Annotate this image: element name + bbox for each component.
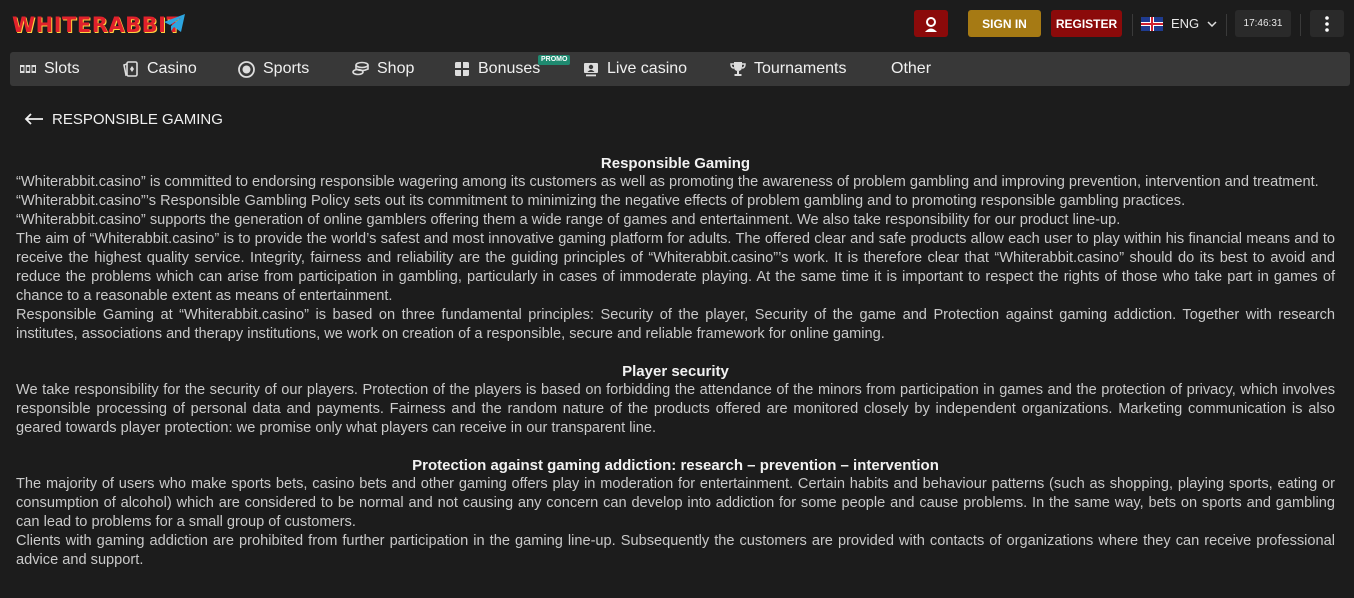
- nav-label: Shop: [377, 60, 415, 77]
- nav-item-sports[interactable]: Sports: [238, 52, 309, 86]
- support-chat-button[interactable]: [914, 10, 948, 37]
- coins-icon: [352, 61, 369, 76]
- register-button[interactable]: REGISTER: [1051, 10, 1122, 37]
- site-logo[interactable]: WHITERABBIT: [12, 12, 181, 38]
- nav-item-live-casino[interactable]: Live casino: [583, 52, 687, 86]
- divider: [1300, 14, 1301, 36]
- sports-ball-icon: [238, 60, 255, 78]
- nav-label: Sports: [263, 60, 310, 77]
- uk-flag-icon: [1141, 16, 1163, 31]
- chevron-down-icon: [1207, 20, 1217, 27]
- promo-badge: PROMO: [538, 55, 571, 65]
- support-agent-icon: [925, 16, 937, 32]
- paragraph: “Whiterabbit.casino” is committed to end…: [16, 174, 1319, 190]
- nav-label: Other: [891, 60, 932, 77]
- divider: [1226, 14, 1227, 36]
- sign-in-button[interactable]: SIGN IN: [968, 10, 1041, 37]
- clock-display: 17:46:31: [1235, 10, 1291, 37]
- section-title: Protection against gaming addiction: res…: [412, 457, 939, 474]
- section-title: Responsible Gaming: [600, 155, 751, 172]
- vertical-dots-icon: [1325, 15, 1329, 32]
- nav-item-slots[interactable]: Slots: [20, 52, 80, 86]
- nav-item-other[interactable]: Other: [891, 52, 931, 86]
- logo-text: WHITERABBIT: [12, 13, 182, 37]
- trophy-icon: [730, 62, 746, 76]
- paragraph: Clients with gaming addiction are prohib…: [16, 533, 1335, 568]
- paragraph: We take responsibility for the security …: [16, 382, 1335, 436]
- paragraph: “Whiterabbit.casino”’s Responsible Gambl…: [16, 193, 1186, 209]
- main-navigation: Slots Casino Sports Shop Bonuses PROMO L…: [10, 52, 1350, 86]
- section-title: Player security: [622, 363, 729, 380]
- back-link[interactable]: RESPONSIBLE GAMING: [24, 109, 223, 129]
- top-header: WHITERABBIT SIGN IN REGISTER ENG 17:46:3…: [0, 0, 1354, 48]
- nav-item-casino[interactable]: Casino: [123, 52, 197, 86]
- language-selector[interactable]: ENG: [1141, 10, 1217, 37]
- cards-icon: [123, 61, 138, 77]
- page-title: RESPONSIBLE GAMING: [52, 110, 223, 128]
- gift-icon: [455, 62, 469, 76]
- nav-item-bonuses[interactable]: Bonuses: [454, 52, 540, 86]
- live-dealer-icon: [584, 62, 598, 76]
- slots-icon: [20, 65, 36, 73]
- paragraph: The aim of “Whiterabbit.casino” is to pr…: [16, 231, 1335, 304]
- nav-label: Casino: [147, 60, 197, 77]
- nav-label: Slots: [44, 60, 80, 77]
- paragraph: The majority of users who make sports be…: [16, 476, 1335, 530]
- divider: [1132, 14, 1133, 36]
- nav-item-shop[interactable]: Shop: [352, 52, 414, 86]
- paragraph: “Whiterabbit.casino” supports the genera…: [16, 212, 1121, 228]
- arrow-left-icon: [24, 113, 43, 125]
- nav-label: Tournaments: [754, 60, 847, 77]
- policy-content: Responsible Gaming “Whiterabbit.casino” …: [16, 154, 1335, 570]
- nav-label: Live casino: [607, 60, 688, 77]
- language-label: ENG: [1171, 16, 1200, 31]
- nav-label: Bonuses: [478, 60, 541, 77]
- more-menu-button[interactable]: [1310, 10, 1344, 37]
- paragraph: Responsible Gaming at “Whiterabbit.casin…: [16, 307, 1335, 342]
- telegram-icon[interactable]: [163, 13, 187, 33]
- nav-item-tournaments[interactable]: Tournaments: [730, 52, 847, 86]
